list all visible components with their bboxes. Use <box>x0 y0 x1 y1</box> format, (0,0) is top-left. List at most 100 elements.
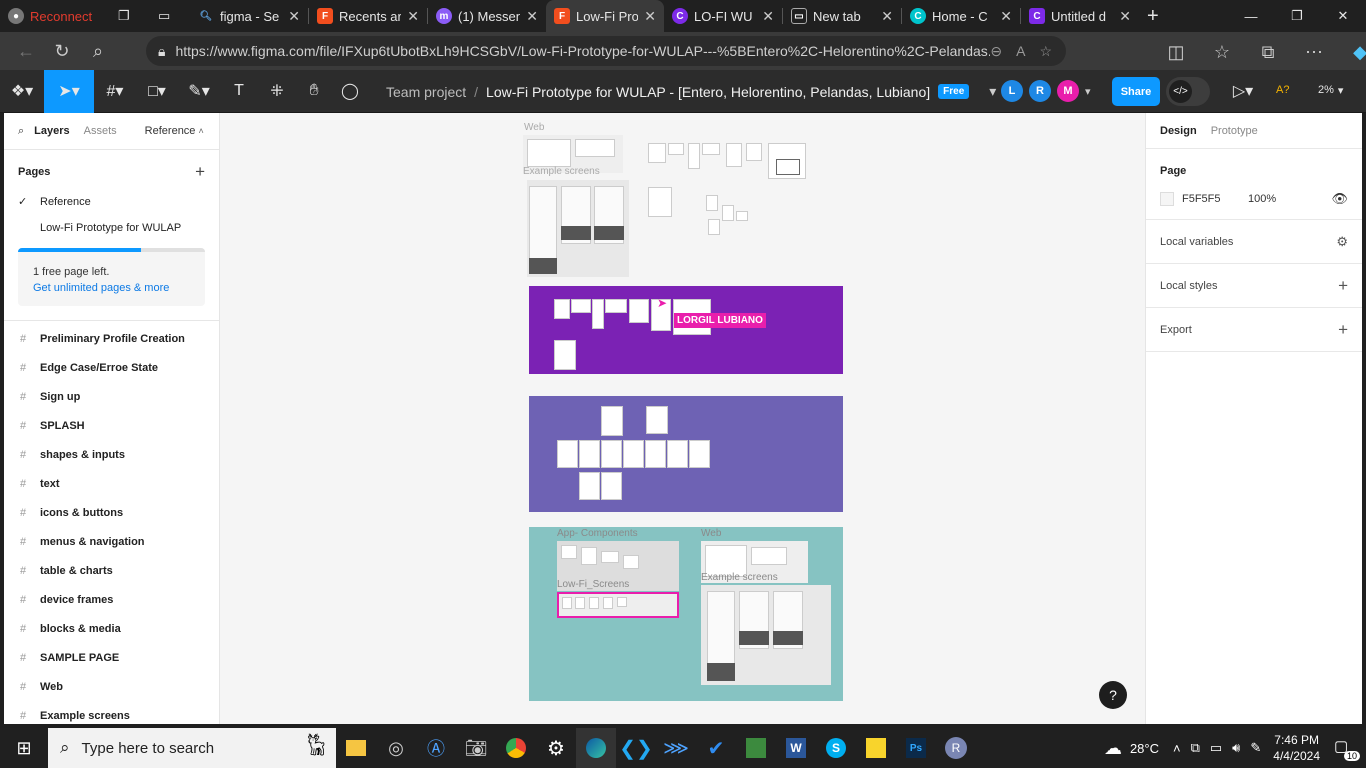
tab-lofi-wu[interactable]: C LO-FI WU ✕ <box>664 0 782 32</box>
url-field[interactable]: 🔒︎ https://www.figma.com/file/IFXup6tUbo… <box>146 36 1066 66</box>
plus-icon[interactable]: + <box>1338 276 1348 296</box>
collections-icon[interactable]: ⧉ <box>1250 36 1286 68</box>
team-project-link[interactable]: Team project <box>386 84 466 100</box>
teal-section[interactable]: App- Components Low-Fi_Screens Web Examp… <box>529 527 843 701</box>
frame-tool-button[interactable]: #▾ <box>94 70 136 113</box>
frame-label-example-screens[interactable]: Example screens <box>523 166 600 177</box>
back-button[interactable]: ← <box>8 35 44 67</box>
layer-item[interactable]: # Example screens <box>4 701 219 724</box>
tab-figma-search[interactable]: 🔍︎ figma - Se ✕ <box>190 0 308 32</box>
purple-section[interactable]: ➤ LORGIL LUBIANO <box>529 286 843 374</box>
main-menu-button[interactable]: ❖▾ <box>0 70 44 113</box>
split-screen-icon[interactable]: ◫ <box>1158 36 1194 68</box>
component-thumbs[interactable] <box>648 141 808 179</box>
add-page-icon[interactable]: + <box>195 162 205 182</box>
tab-lowfi-active[interactable]: F Low-Fi Pro ✕ <box>546 0 664 32</box>
export-row[interactable]: Export + <box>1146 308 1362 352</box>
volume-icon[interactable]: 🔊︎ <box>1232 740 1240 756</box>
lavender-section[interactable] <box>529 396 843 512</box>
layer-item[interactable]: # text <box>4 469 219 498</box>
page-switcher[interactable]: Reference <box>145 125 196 137</box>
avatar[interactable]: R <box>1029 80 1051 102</box>
favorite-star-icon[interactable]: ☆ <box>1039 43 1052 60</box>
minimize-button[interactable]: — <box>1228 0 1274 32</box>
chevron-down-icon[interactable]: ▾ <box>989 83 996 100</box>
search-icon[interactable]: ⌕ <box>18 125 24 138</box>
frame-label-web[interactable]: Web <box>524 122 544 133</box>
comment-tool-button[interactable]: ◯ <box>332 70 368 113</box>
windows-start-button[interactable]: ⊞ <box>0 728 48 768</box>
todo-check-icon[interactable]: ✔ <box>696 728 736 768</box>
upgrade-link[interactable]: Get unlimited pages & more <box>18 278 205 294</box>
new-tab-button[interactable]: + <box>1139 0 1175 32</box>
zoom-out-icon[interactable]: ⊖ <box>990 43 1002 60</box>
camera-icon[interactable]: 📷︎ <box>456 728 496 768</box>
ai-button[interactable]: A? <box>1276 84 1289 96</box>
meet-now-icon[interactable]: ⧉ <box>1191 740 1200 756</box>
tab-home-canva[interactable]: C Home - C ✕ <box>902 0 1020 32</box>
more-options-icon[interactable]: ⋯ <box>1296 36 1332 68</box>
layer-item[interactable]: # blocks & media <box>4 614 219 643</box>
layer-item[interactable]: # shapes & inputs <box>4 440 219 469</box>
close-icon[interactable]: ✕ <box>881 8 893 25</box>
color-swatch[interactable] <box>1160 192 1174 206</box>
taskbar-search-box[interactable]: ⌕ Type here to search 🦌︎ <box>48 728 336 768</box>
tab-layers[interactable]: Layers <box>34 125 69 137</box>
local-variables-row[interactable]: Local variables ⚙︎ <box>1146 220 1362 264</box>
chevron-down-icon[interactable]: ▾ <box>1085 85 1091 98</box>
sample-thumbs[interactable] <box>648 187 672 219</box>
skype-icon[interactable]: S <box>816 728 856 768</box>
tab-untitled[interactable]: C Untitled d ✕ <box>1021 0 1139 32</box>
chevron-up-icon[interactable]: ˄ <box>198 126 203 136</box>
word-icon[interactable]: W <box>776 728 816 768</box>
present-button[interactable]: ▷▾ <box>1226 70 1260 113</box>
read-aloud-icon[interactable]: A <box>1016 43 1025 59</box>
chevron-up-icon[interactable]: ˄ <box>1173 741 1181 756</box>
layer-item[interactable]: # Sign up <box>4 382 219 411</box>
share-button[interactable]: Share <box>1112 77 1160 106</box>
weather-widget[interactable]: ☁︎ 28°C <box>1104 738 1159 759</box>
page-item-reference[interactable]: ✓ Reference <box>4 188 219 214</box>
layer-item[interactable]: # Web <box>4 672 219 701</box>
favorites-icon[interactable]: ☆ <box>1204 36 1240 68</box>
battery-icon[interactable]: ▭ <box>1210 740 1222 756</box>
text-tool-button[interactable]: T <box>220 70 258 113</box>
notifications-button[interactable]: ▢ 10 <box>1334 737 1360 761</box>
example-screens-frame[interactable] <box>527 180 629 277</box>
layer-item[interactable]: # table & charts <box>4 556 219 585</box>
close-icon[interactable]: ✕ <box>762 8 774 25</box>
chrome-icon[interactable] <box>496 728 536 768</box>
layer-item[interactable]: # Preliminary Profile Creation <box>4 324 219 353</box>
tab-messenger[interactable]: m (1) Messen ✕ <box>428 0 546 32</box>
close-icon[interactable]: ✕ <box>407 8 419 25</box>
search-button[interactable]: ⌕ <box>80 35 116 67</box>
layer-item[interactable]: # device frames <box>4 585 219 614</box>
dev-mode-toggle[interactable]: </> <box>1166 77 1210 106</box>
scattered-thumbs[interactable] <box>700 189 752 241</box>
vscode-icon[interactable]: ❮❯ <box>616 728 656 768</box>
file-title[interactable]: Low-Fi Prototype for WULAP - [Entero, He… <box>486 84 930 100</box>
workspaces-button[interactable]: ❐ <box>110 0 150 32</box>
close-icon[interactable]: ✕ <box>288 8 300 25</box>
sticky-notes-icon[interactable] <box>856 728 896 768</box>
refresh-button[interactable]: ↻ <box>44 35 80 67</box>
tab-design[interactable]: Design <box>1160 125 1197 137</box>
layer-item[interactable]: # SAMPLE PAGE <box>4 643 219 672</box>
excel-chart-icon[interactable] <box>736 728 776 768</box>
tab-recents[interactable]: F Recents ar ✕ <box>309 0 427 32</box>
tab-newtab[interactable]: ▭ New tab ✕ <box>783 0 901 32</box>
clock[interactable]: 7:46 PM 4/4/2024 <box>1273 732 1320 764</box>
copilot-icon[interactable]: ◆ <box>1342 36 1366 68</box>
zoom-dropdown[interactable]: 2% ▾ <box>1318 84 1343 97</box>
tab-prototype[interactable]: Prototype <box>1211 125 1258 137</box>
layer-item[interactable]: # menus & navigation <box>4 527 219 556</box>
background-hex-input[interactable]: F5F5F5 <box>1182 193 1248 205</box>
file-explorer-icon[interactable] <box>336 728 376 768</box>
local-styles-row[interactable]: Local styles + <box>1146 264 1362 308</box>
close-window-button[interactable]: ✕ <box>1320 0 1366 32</box>
tab-assets[interactable]: Assets <box>84 125 117 137</box>
app-store-icon[interactable]: Ⓐ <box>416 728 456 768</box>
power-automate-icon[interactable]: ⋙ <box>656 728 696 768</box>
shape-tool-button[interactable]: □▾ <box>136 70 178 113</box>
avatar[interactable]: L <box>1001 80 1023 102</box>
